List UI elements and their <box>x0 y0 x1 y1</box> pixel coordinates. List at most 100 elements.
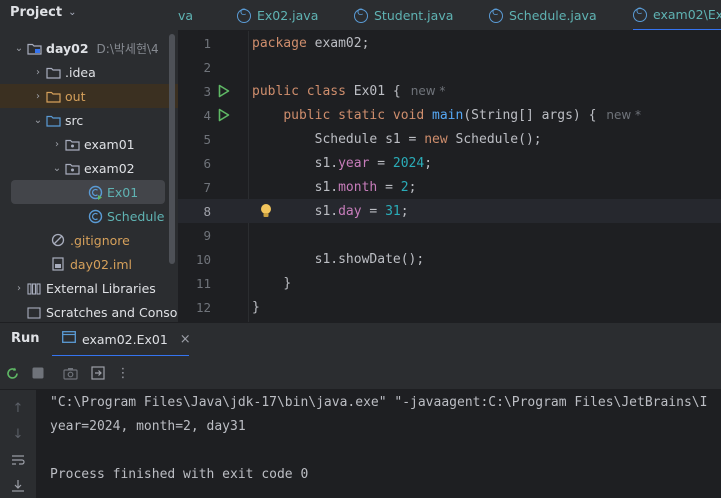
tree-item-src[interactable]: ⌄ src <box>0 108 178 132</box>
line-number: 1 <box>203 35 211 51</box>
tree-label: day02 <box>46 40 89 56</box>
arrow-down-icon[interactable]: ↓ <box>10 426 26 442</box>
project-scrollbar[interactable] <box>169 34 175 264</box>
library-icon <box>26 281 42 295</box>
scratches-icon <box>26 305 42 319</box>
class-icon <box>87 209 103 223</box>
tree-label: .idea <box>65 64 96 80</box>
rerun-icon[interactable] <box>4 365 20 381</box>
line-number: 12 <box>195 299 211 315</box>
run-gutter-icon[interactable] <box>216 107 232 123</box>
run-toolbar: ⋮ <box>0 356 721 390</box>
line-number: 5 <box>203 131 211 147</box>
tab-label: exam02\Ex <box>653 7 721 22</box>
console-side-toolbar: ↑ ↓ <box>0 390 36 498</box>
tree-item-gitignore[interactable]: .gitignore <box>0 228 178 252</box>
usages-hint[interactable]: new * <box>411 84 446 98</box>
tree-label: exam02 <box>84 160 135 176</box>
line-number: 10 <box>195 251 211 267</box>
tree-item-scratches[interactable]: Scratches and Conso <box>0 300 178 322</box>
project-header[interactable]: Project ⌄ <box>0 0 178 24</box>
chevron-down-icon[interactable]: ⌄ <box>50 163 64 174</box>
stop-icon[interactable] <box>30 365 46 381</box>
code-line[interactable]: 5 Schedule s1 = new Schedule(); <box>178 127 721 151</box>
tree-label: Scratches and Conso <box>46 304 178 320</box>
camera-icon[interactable] <box>62 365 78 381</box>
chevron-down-icon[interactable]: ⌄ <box>12 43 26 54</box>
scroll-to-end-icon[interactable] <box>10 477 26 493</box>
tab-ex01-active[interactable]: exam02\Ex <box>633 0 721 30</box>
code-line[interactable]: 3 public class Ex01 {new * <box>178 79 721 103</box>
console-tab-icon <box>62 331 76 347</box>
tree-item-day02[interactable]: ⌄ day02 D:\박세현\4 <box>0 36 178 60</box>
chevron-right-icon[interactable]: › <box>31 67 45 78</box>
tree-item-schedule[interactable]: Schedule <box>0 204 178 228</box>
tree-item-iml[interactable]: day02.iml <box>0 252 178 276</box>
tree-item-exam01[interactable]: › exam01 <box>0 132 178 156</box>
console-output[interactable]: "C:\Program Files\Java\jdk-17\bin\java.e… <box>36 390 721 498</box>
line-number: 6 <box>203 155 211 171</box>
line-number: 7 <box>203 179 211 195</box>
chevron-down-icon[interactable]: ⌄ <box>68 7 76 18</box>
code-line[interactable]: 2 <box>178 55 721 79</box>
code-editor[interactable]: 1 package exam02; 2 3 public class Ex01 … <box>178 31 721 322</box>
class-icon <box>237 8 251 23</box>
run-panel-header: Run exam02.Ex01 × <box>0 322 721 357</box>
arrow-up-icon[interactable]: ↑ <box>10 400 26 416</box>
project-title: Project <box>10 4 63 20</box>
chevron-right-icon[interactable]: › <box>31 91 45 102</box>
class-icon <box>633 7 647 22</box>
chevron-down-icon[interactable]: ⌄ <box>31 115 45 126</box>
package-icon <box>64 137 80 151</box>
code-line[interactable]: 7 s1.month = 2; <box>178 175 721 199</box>
run-panel-title: Run <box>11 331 40 346</box>
tree-label: Ex01 <box>107 184 139 200</box>
class-icon <box>489 8 503 23</box>
close-icon[interactable]: × <box>180 332 191 347</box>
tree-item-exam02[interactable]: ⌄ exam02 <box>0 156 178 180</box>
run-tab-label: exam02.Ex01 <box>82 331 168 347</box>
line-number: 8 <box>203 203 211 219</box>
tab-ex02[interactable]: Ex02.java <box>237 0 318 30</box>
console-line: year=2024, month=2, day31 <box>50 419 246 434</box>
tree-item-idea[interactable]: › .idea <box>0 60 178 84</box>
tab-student[interactable]: Student.java <box>354 0 454 30</box>
ignored-file-icon <box>50 233 66 247</box>
file-icon <box>50 257 66 271</box>
code-line[interactable]: 12 } <box>178 295 721 319</box>
code-line[interactable]: 6 s1.year = 2024; <box>178 151 721 175</box>
tab-partial[interactable]: va <box>178 0 193 30</box>
chevron-right-icon[interactable]: › <box>12 283 26 294</box>
tree-path: D:\박세현\4 <box>96 41 159 56</box>
excluded-folder-icon <box>45 89 61 103</box>
tab-label: Schedule.java <box>509 8 597 23</box>
code-line[interactable]: 11 } <box>178 271 721 295</box>
more-options-icon[interactable]: ⋮ <box>115 365 131 381</box>
restore-layout-icon[interactable] <box>90 365 106 381</box>
line-number: 4 <box>203 107 211 123</box>
chevron-right-icon[interactable]: › <box>50 139 64 150</box>
code-line[interactable]: 4 public static void main(String[] args)… <box>178 103 721 127</box>
run-config-tab[interactable]: exam02.Ex01 × <box>52 323 191 357</box>
soft-wrap-icon[interactable] <box>10 452 26 468</box>
class-run-icon <box>87 185 103 200</box>
project-panel: Project ⌄ ⌄ day02 D:\박세현\4 › .idea › out… <box>0 0 178 322</box>
source-folder-icon <box>45 113 61 127</box>
tree-item-out[interactable]: › out <box>0 84 178 108</box>
tab-schedule[interactable]: Schedule.java <box>489 0 597 30</box>
code-line[interactable]: 1 package exam02; <box>178 31 721 55</box>
run-gutter-icon[interactable] <box>216 83 232 99</box>
tree-label: exam01 <box>84 136 135 152</box>
usages-hint[interactable]: new * <box>606 108 641 122</box>
folder-icon <box>45 65 61 79</box>
code-line[interactable]: 10 s1.showDate(); <box>178 247 721 271</box>
tab-label: Student.java <box>374 8 454 23</box>
code-line-current[interactable]: 8 s1.day = 31; <box>178 199 721 223</box>
tree-label: Schedule <box>107 208 165 224</box>
tree-item-ex01[interactable]: Ex01 <box>11 180 165 204</box>
line-number: 2 <box>203 59 211 75</box>
tree-item-external-libraries[interactable]: › External Libraries <box>0 276 178 300</box>
tree-label: out <box>65 88 86 104</box>
tree-label: day02.iml <box>70 256 132 272</box>
code-line[interactable]: 9 <box>178 223 721 247</box>
